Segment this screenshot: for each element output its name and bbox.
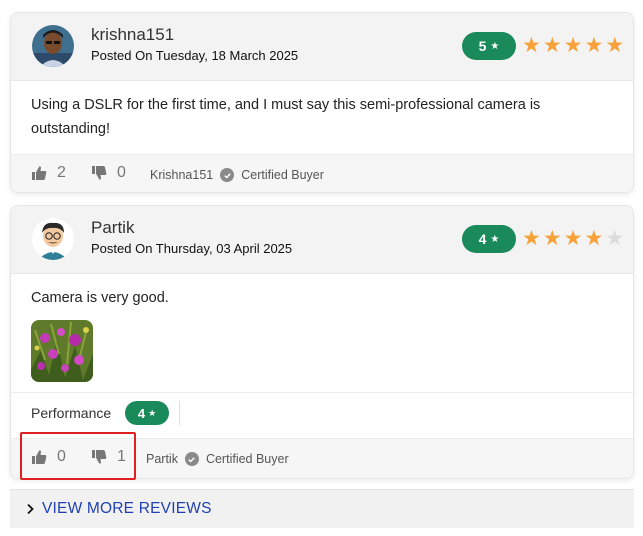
rating-badge: 5 ★ — [462, 32, 516, 60]
like-count: 0 — [57, 448, 66, 465]
aspect-rating-value: 4 — [137, 405, 146, 421]
star-icon: ★ — [148, 407, 157, 418]
star-icon: ★ — [490, 40, 500, 52]
user-avatar — [32, 218, 74, 260]
star-icon: ★ — [542, 34, 562, 57]
review-username: krishna151 — [91, 25, 175, 44]
buyer-name: Krishna151 — [150, 168, 214, 182]
review-card: Partik Posted On Thursday, 03 April 2025… — [10, 205, 634, 479]
star-icon: ★ — [522, 34, 541, 57]
dislike-count: 1 — [117, 448, 126, 465]
thumbs-down-icon — [92, 166, 107, 180]
like-button[interactable]: 2 — [31, 164, 66, 182]
chevron-right-icon — [27, 503, 34, 515]
rating-badge: 4 ★ — [462, 225, 516, 253]
rating-value: 5 — [478, 38, 487, 54]
view-more-reviews-button[interactable]: VIEW MORE REVIEWS — [10, 489, 634, 528]
star-rating: ★ ★ ★ ★ ★ — [522, 226, 624, 252]
review-footer: 2 0 Krishna151 Certified Buyer — [11, 154, 633, 192]
buyer-info: Partik Certified Buyer — [146, 452, 289, 466]
star-icon: ★ — [542, 227, 562, 250]
buyer-info: Krishna151 Certified Buyer — [150, 168, 324, 182]
review-date: Posted On Thursday, 03 April 2025 — [91, 241, 293, 256]
thumbs-up-icon — [32, 450, 47, 464]
aspect-label: Performance — [31, 405, 112, 421]
review-footer: 0 1 Partik Certified Buyer — [11, 438, 633, 478]
review-username: Partik — [91, 218, 135, 237]
review-text: Camera is very good. — [31, 290, 169, 306]
check-circle-icon — [220, 168, 235, 182]
review-photo-thumbnail[interactable] — [31, 320, 93, 382]
review-date: Posted On Tuesday, 18 March 2025 — [91, 48, 299, 63]
star-rating: ★ ★ ★ ★ ★ — [522, 33, 624, 59]
star-icon: ★ — [584, 34, 604, 57]
like-button[interactable]: 0 — [31, 448, 66, 466]
review-header: krishna151 Posted On Tuesday, 18 March 2… — [11, 13, 633, 81]
dislike-button[interactable]: 0 — [91, 164, 126, 182]
check-circle-icon — [184, 452, 199, 466]
rating-value: 4 — [478, 231, 487, 247]
thumbs-up-icon — [32, 166, 47, 180]
review-card: krishna151 Posted On Tuesday, 18 March 2… — [10, 12, 634, 193]
star-icon: ★ — [563, 34, 583, 57]
dislike-button[interactable]: 1 — [91, 448, 126, 466]
review-header: Partik Posted On Thursday, 03 April 2025… — [11, 206, 633, 274]
divider — [179, 401, 180, 425]
star-icon: ★ — [522, 227, 541, 250]
star-icon: ★ — [584, 227, 604, 250]
like-count: 2 — [57, 164, 66, 181]
certified-buyer-label: Certified Buyer — [241, 168, 324, 182]
star-icon: ★ — [605, 34, 625, 57]
star-icon: ★ — [490, 233, 500, 245]
aspect-rating-badge: 4 ★ — [125, 401, 169, 425]
dislike-count: 0 — [117, 164, 126, 181]
review-text: Using a DSLR for the first time, and I m… — [31, 97, 541, 137]
star-icon: ★ — [563, 227, 583, 250]
buyer-name: Partik — [146, 452, 178, 466]
thumbs-down-icon — [92, 450, 107, 464]
certified-buyer-label: Certified Buyer — [205, 452, 289, 466]
view-more-reviews-link[interactable]: VIEW MORE REVIEWS — [42, 500, 212, 518]
user-avatar — [32, 25, 74, 67]
star-icon: ★ — [605, 227, 625, 250]
aspect-rating-row: Performance 4 ★ — [11, 392, 633, 436]
